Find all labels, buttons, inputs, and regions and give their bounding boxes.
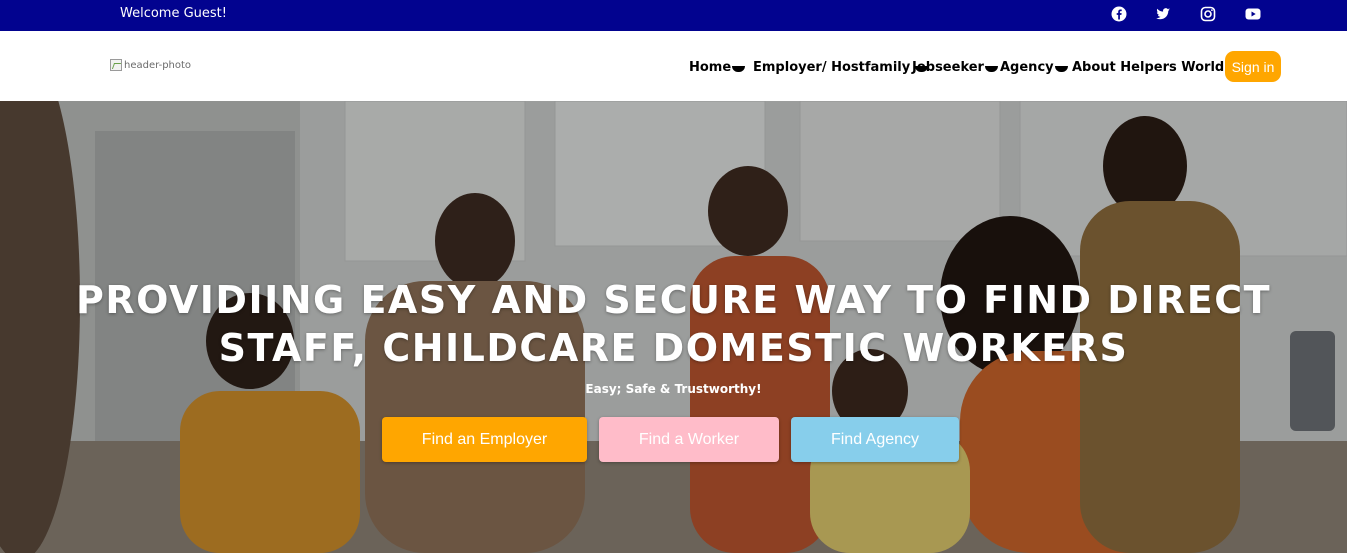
nav-jobseeker-label: Jobseeker: [912, 60, 984, 75]
hero-title: PROVIDIING EASY AND SECURE WAY TO FIND D…: [75, 278, 1272, 370]
nav-home[interactable]: Home: [689, 60, 746, 75]
find-agency-button[interactable]: Find Agency: [791, 417, 959, 462]
nav-employer-hostfamily[interactable]: Employer/ Hostfamily: [753, 60, 929, 75]
nav-jobseeker[interactable]: Jobseeker: [912, 60, 998, 75]
instagram-icon[interactable]: [1200, 6, 1216, 22]
dropdown-caret-icon: [732, 66, 746, 72]
hero-subtitle: Easy; Safe & Trustworthy!: [585, 382, 762, 396]
nav-agency-label: Agency: [1000, 60, 1054, 75]
facebook-icon[interactable]: [1111, 6, 1127, 22]
broken-image-icon: [110, 59, 122, 71]
header-logo[interactable]: header-photo: [110, 59, 191, 71]
nav-employer-label: Employer/ Hostfamily: [753, 60, 911, 75]
nav-agency[interactable]: Agency: [1000, 60, 1068, 75]
top-bar: Welcome Guest!: [0, 0, 1347, 31]
nav-home-label: Home: [689, 60, 732, 75]
nav-about-helpers-world[interactable]: About Helpers World: [1072, 60, 1239, 75]
youtube-icon[interactable]: [1245, 6, 1261, 22]
logo-alt-text: header-photo: [124, 59, 192, 71]
sign-in-button[interactable]: Sign in: [1225, 51, 1281, 82]
welcome-message: Welcome Guest!: [120, 6, 227, 21]
find-worker-button[interactable]: Find a Worker: [599, 417, 779, 462]
find-employer-button[interactable]: Find an Employer: [382, 417, 587, 462]
dropdown-caret-icon: [984, 66, 998, 72]
twitter-icon[interactable]: [1155, 6, 1171, 22]
dropdown-caret-icon: [1054, 66, 1068, 72]
nav-about-label: About Helpers World: [1072, 60, 1225, 75]
hero-section: PROVIDIING EASY AND SECURE WAY TO FIND D…: [0, 101, 1347, 553]
site-header: header-photo Home Employer/ Hostfamily J…: [0, 31, 1347, 101]
